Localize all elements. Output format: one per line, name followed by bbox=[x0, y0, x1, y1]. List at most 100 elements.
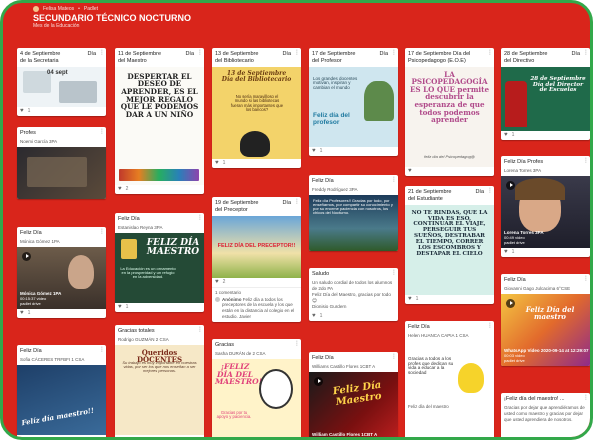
card-title: 17 de Septiembre Día del Psicopedagogo (… bbox=[408, 51, 471, 64]
more-options-icon[interactable]: ⋮ bbox=[391, 177, 397, 185]
card-williams[interactable]: Feliz Día ⋮ Williams Castillo Flores 1CBT… bbox=[309, 352, 398, 437]
card-secretaria[interactable]: 4 de Septiembre de la Secretaria Día ⋮ 04 … bbox=[17, 48, 106, 116]
heart-icon[interactable]: ♥ bbox=[408, 168, 412, 174]
card-maestro[interactable]: 11 de Septiembre del Maestro Día ⋮ DESPERT… bbox=[115, 48, 204, 194]
heart-icon[interactable]: ♥ bbox=[215, 160, 219, 166]
card-body: Un saludo cordial de todos los alumnos d… bbox=[312, 279, 393, 309]
heart-icon[interactable]: ♥ bbox=[504, 249, 508, 255]
card-monica[interactable]: Feliz Día ⋮ Mónica Gómez 1PA Mónica Gómez… bbox=[17, 227, 106, 318]
card-estanislao[interactable]: Feliz Día ⋮ Estanislao Reyna 3PA FELIZ DÍ… bbox=[115, 213, 204, 312]
heart-icon[interactable]: ♥ bbox=[408, 296, 412, 302]
card-directivo[interactable]: 28 de Septiembre del Directivo Día ⋮ 28 de… bbox=[501, 48, 590, 140]
more-options-icon[interactable]: ⋮ bbox=[294, 199, 300, 207]
more-options-icon[interactable]: ⋮ bbox=[583, 158, 589, 166]
heart-icon[interactable]: ♥ bbox=[20, 108, 24, 114]
page-subtitle: Mes de la Educación bbox=[33, 23, 80, 29]
card-title: Profes bbox=[20, 130, 36, 136]
card-feliz-dia-maestro[interactable]: ¡Feliz día del maestro! ... ⋮ Gracias por… bbox=[501, 393, 590, 437]
more-options-icon[interactable]: ⋮ bbox=[197, 215, 203, 223]
like-count: 1 bbox=[319, 147, 323, 154]
card-giovanni[interactable]: Feliz Día ⋮ Giovanni Gago Julcacima 6°CSE… bbox=[501, 274, 590, 366]
video-thumbnail[interactable]: Lorena Torres 3PA 00:49 video padlet driv… bbox=[501, 175, 590, 248]
more-options-icon[interactable]: ⋮ bbox=[294, 50, 300, 58]
card-sofia[interactable]: Feliz Día ⋮ Sofia CÁCERES TRFBFI 1 CSA Fe… bbox=[17, 345, 106, 437]
more-options-icon[interactable]: ⋮ bbox=[99, 347, 105, 355]
more-options-icon[interactable]: ⋮ bbox=[99, 229, 105, 237]
card-psicopedagogo[interactable]: 17 de Septiembre Día del Psicopedagogo (… bbox=[405, 48, 494, 176]
comment-count[interactable]: 1 comentario bbox=[215, 290, 298, 296]
more-options-icon[interactable]: ⋮ bbox=[487, 323, 493, 331]
like-count: 1 bbox=[319, 312, 323, 319]
more-options-icon[interactable]: ⋮ bbox=[294, 341, 300, 349]
card-title: Feliz Día bbox=[408, 324, 430, 330]
card-title: Feliz Día bbox=[118, 216, 140, 222]
card-image: 04 sept bbox=[17, 66, 106, 107]
more-options-icon[interactable]: ⋮ bbox=[391, 270, 397, 278]
more-options-icon[interactable]: ⋮ bbox=[583, 276, 589, 284]
more-options-icon[interactable]: ⋮ bbox=[487, 188, 493, 196]
heart-icon[interactable]: ♥ bbox=[118, 186, 122, 192]
play-icon[interactable] bbox=[506, 180, 515, 190]
more-options-icon[interactable]: ⋮ bbox=[487, 50, 493, 58]
play-icon[interactable] bbox=[506, 298, 515, 308]
like-count: 1 bbox=[125, 303, 129, 310]
card-title: Gracias bbox=[215, 342, 234, 348]
heart-icon[interactable]: ♥ bbox=[312, 148, 316, 154]
play-icon[interactable] bbox=[22, 251, 31, 261]
card-saludo[interactable]: Saludo ⋮ Un saludo cordial de todos los a… bbox=[309, 268, 398, 321]
card-image: ¡FELIZ DÍA DEL MAESTRO! Gracias por tu a… bbox=[212, 358, 301, 437]
card-preceptor[interactable]: 19 de Septiembre del Preceptor Día ⋮ FELIZ… bbox=[212, 197, 301, 322]
heart-icon[interactable]: ♥ bbox=[20, 310, 24, 316]
video-thumbnail[interactable]: Feliz Día del maestro WhatsApp Video 202… bbox=[501, 293, 590, 366]
breadcrumb: Felisa Mateos • Padlet bbox=[33, 6, 560, 12]
card-bibliotecario[interactable]: 13 de Septiembre del Bibliotecario Día ⋮ 1… bbox=[212, 48, 301, 168]
card-image: 28 de Septiembre Día del Director de Esc… bbox=[501, 66, 590, 131]
card-image: FELIZ DÍA DEL PRECEPTOR!! bbox=[212, 215, 301, 278]
card-author: Noemi García 3PA bbox=[20, 138, 58, 144]
card-title: 13 de Septiembre del Bibliotecario bbox=[215, 51, 259, 64]
card-image: Feliz día Profesores!! Gracias por todo,… bbox=[309, 194, 398, 251]
card-profes[interactable]: Profes ⋮ Noemi García 3PA bbox=[17, 127, 106, 199]
like-count: 1 bbox=[27, 107, 31, 114]
card-title: Feliz Día bbox=[312, 355, 334, 361]
card-title: Feliz Día Profes bbox=[504, 159, 544, 165]
card-profesor[interactable]: 17 de Septiembre del Profesor Día ⋮ Los gr… bbox=[309, 48, 398, 156]
heart-icon[interactable]: ♥ bbox=[215, 279, 219, 285]
card-title: Saludo bbox=[312, 271, 330, 277]
card-title: 11 de Septiembre del Maestro bbox=[118, 51, 162, 64]
card-helen[interactable]: Feliz Día ⋮ Helen HUANCA CAPIA 1 CSA Grac… bbox=[405, 321, 494, 437]
more-options-icon[interactable]: ⋮ bbox=[391, 354, 397, 362]
avatar[interactable] bbox=[33, 6, 39, 12]
more-options-icon[interactable]: ⋮ bbox=[583, 50, 589, 58]
heart-icon[interactable]: ♥ bbox=[504, 132, 508, 138]
more-options-icon[interactable]: ⋮ bbox=[99, 129, 105, 137]
card-rodrigo[interactable]: Gracias totales ⋮ Rodrigo GUZMÁN 2 CSA Qu… bbox=[115, 325, 204, 437]
video-thumbnail[interactable]: Feliz Día Maestro William Castillo Flore… bbox=[309, 371, 398, 437]
comment-author: Anónimo bbox=[222, 296, 242, 302]
card-author: Freddy Rodríguez 3PA bbox=[312, 186, 358, 192]
like-count: 1 bbox=[415, 295, 419, 302]
play-icon[interactable] bbox=[314, 376, 323, 386]
breadcrumb-padlet[interactable]: Padlet bbox=[84, 6, 98, 12]
card-image: Los grandes docentes motivan, inspiran y… bbox=[309, 66, 398, 147]
card-image bbox=[17, 146, 106, 199]
more-options-icon[interactable]: ⋮ bbox=[391, 50, 397, 58]
video-thumbnail[interactable]: Mónica Gómez 1PA 00:15:37 video padlet dr… bbox=[17, 246, 106, 309]
card-lorena[interactable]: Feliz Día Profes ⋮ Lorena Torres 3PA Lore… bbox=[501, 156, 590, 257]
board-header: Felisa Mateos • Padlet SECUNDARIO TÉCNIC… bbox=[3, 3, 590, 37]
avatar bbox=[215, 296, 220, 302]
card-image: 13 de Septiembre Día del Bibliotecario N… bbox=[212, 66, 301, 159]
heart-icon[interactable]: ♥ bbox=[312, 313, 316, 319]
card-body: Gracias por dejar que aprendiéramos de u… bbox=[504, 404, 585, 422]
card-estudiante[interactable]: 21 de Septiembre del Estudiante Día ⋮ NO T… bbox=[405, 186, 494, 304]
card-sasha[interactable]: Gracias ⋮ Sasha DURÁN de 2 CSA ¡FELIZ DÍA… bbox=[212, 339, 301, 437]
more-options-icon[interactable]: ⋮ bbox=[583, 395, 589, 403]
breadcrumb-owner[interactable]: Felisa Mateos bbox=[43, 6, 74, 12]
card-freddy[interactable]: Feliz Día ⋮ Freddy Rodríguez 3PA Feliz dí… bbox=[309, 175, 398, 251]
heart-icon[interactable]: ♥ bbox=[118, 304, 122, 310]
card-title: 4 de Septiembre de la Secretaria Día ⋮ bbox=[20, 50, 105, 64]
card-title: 19 de Septiembre del Preceptor bbox=[215, 200, 259, 213]
more-options-icon[interactable]: ⋮ bbox=[197, 50, 203, 58]
more-options-icon[interactable]: ⋮ bbox=[99, 50, 105, 58]
more-options-icon[interactable]: ⋮ bbox=[197, 327, 203, 335]
